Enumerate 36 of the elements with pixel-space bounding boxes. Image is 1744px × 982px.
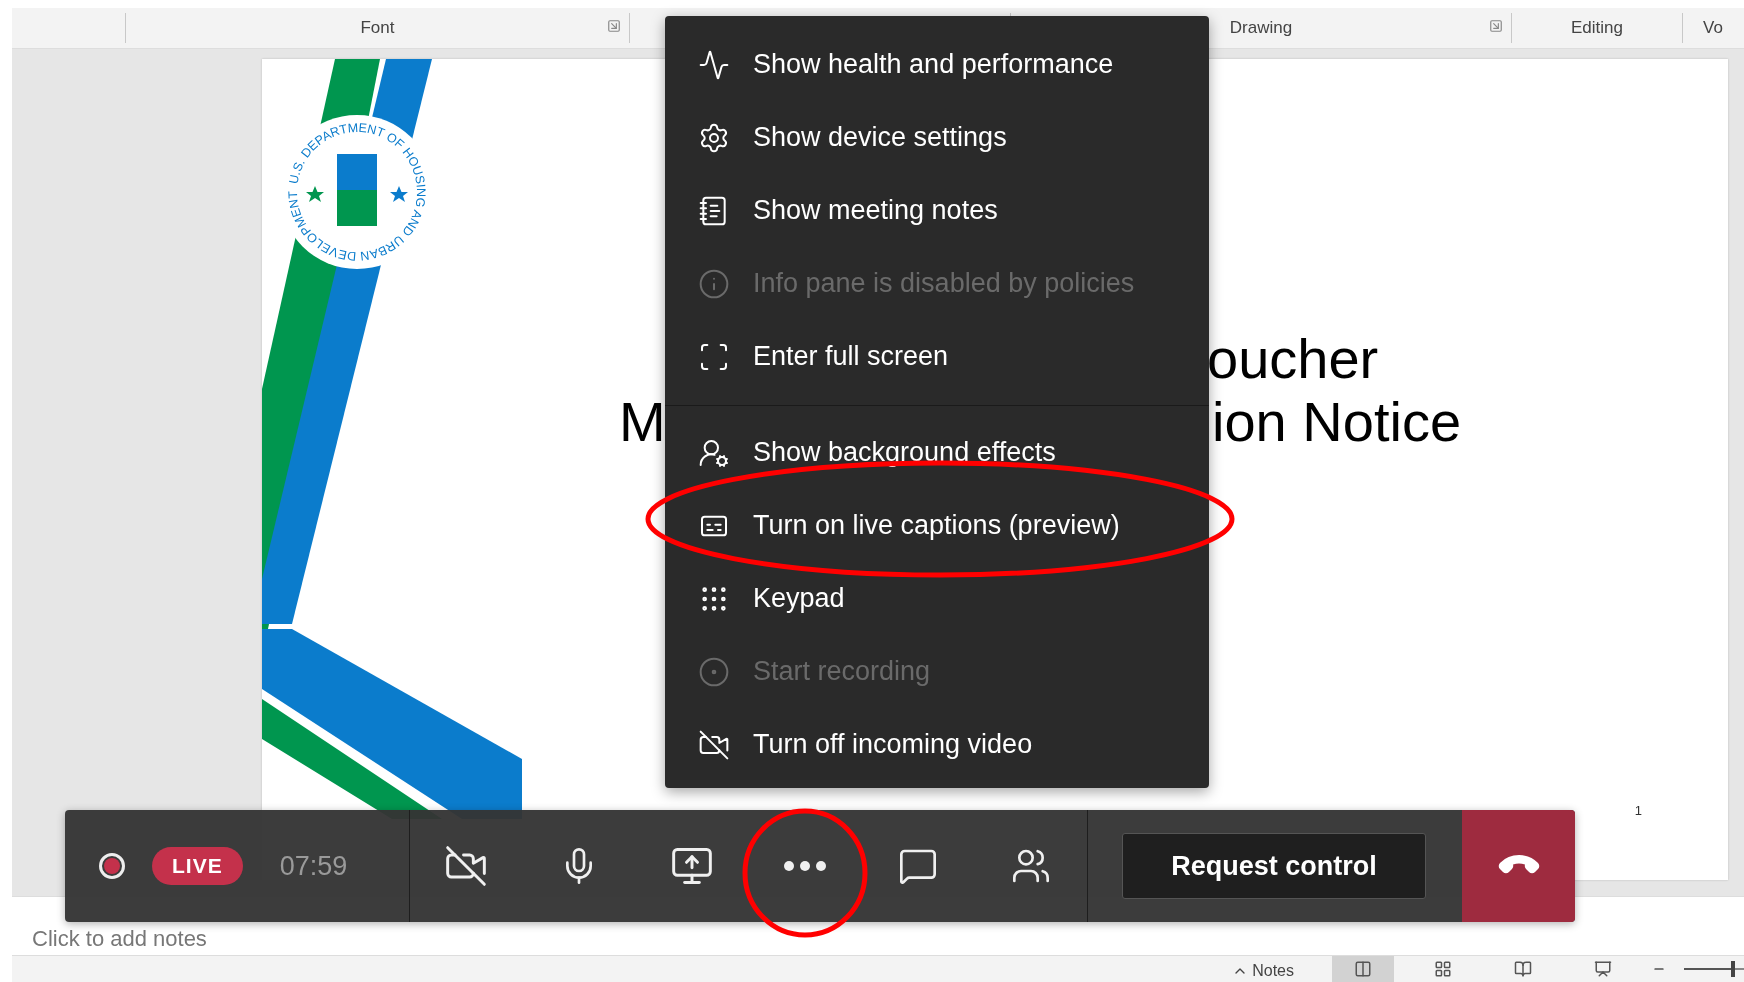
slide-title-text: M [619, 394, 666, 450]
menu-item[interactable]: Show background effects [665, 416, 1209, 489]
video-off-icon [697, 728, 731, 761]
info-icon [697, 267, 731, 300]
notes-button[interactable]: Notes [1232, 962, 1314, 980]
ribbon-group-label: Drawing [1229, 18, 1293, 38]
slide-number: 1 [1634, 803, 1642, 818]
more-icon [783, 861, 826, 871]
ribbon-group-label: Vo [1703, 18, 1723, 38]
ribbon-group-label: Font [360, 18, 395, 38]
slide-title-text: ion Notice [1212, 394, 1462, 450]
ribbon-group-label: Editing [1571, 18, 1623, 38]
slide-title-text: oucher [1207, 331, 1379, 387]
camera-off-icon [444, 844, 489, 888]
recording-indicator-icon [99, 853, 125, 879]
view-icon [1354, 960, 1372, 978]
request-control-button[interactable]: Request control [1122, 833, 1426, 899]
notes-placeholder[interactable]: Click to add notes [32, 926, 207, 952]
pulse-icon [697, 48, 731, 81]
view-icon [1434, 960, 1452, 978]
dialog-launcher-icon[interactable] [607, 19, 621, 33]
normal-view-button[interactable] [1332, 956, 1394, 982]
call-timer: 07:59 [279, 850, 348, 882]
menu-item[interactable]: Show meeting notes [665, 174, 1209, 247]
view-icon [1594, 960, 1612, 978]
record-icon [697, 655, 731, 688]
menu-item[interactable]: Turn off incoming video [665, 708, 1209, 781]
hang-up-button[interactable] [1462, 810, 1575, 922]
dialog-launcher-icon[interactable] [1489, 19, 1503, 33]
menu-item[interactable]: Enter full screen [665, 320, 1209, 393]
live-badge: LIVE [152, 847, 243, 885]
view-icon [1514, 960, 1532, 978]
menu-item[interactable]: Turn on live captions (preview) [665, 489, 1209, 562]
menu-item[interactable]: Show health and performance [665, 28, 1209, 101]
menu-item[interactable]: Keypad [665, 562, 1209, 635]
menu-item[interactable]: Show device settings [665, 101, 1209, 174]
